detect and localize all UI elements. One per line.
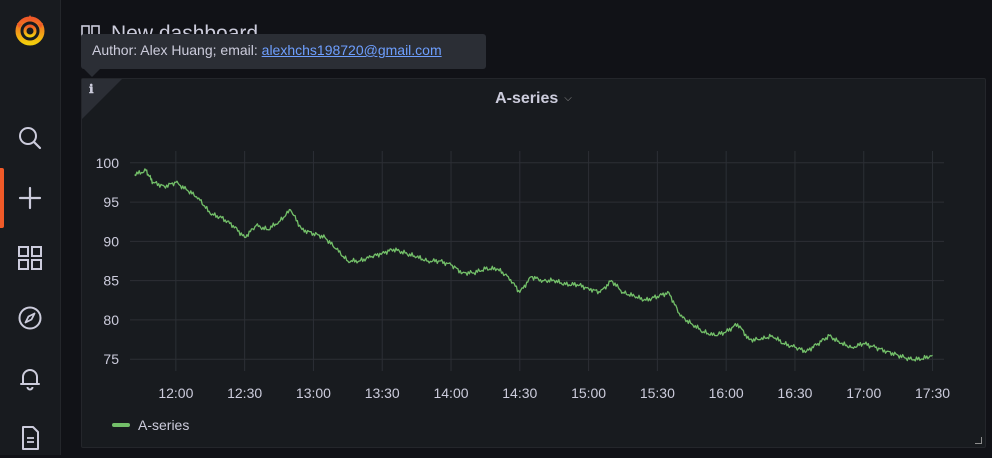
y-tick-label: 85 [103,273,119,289]
x-tick-label: 16:00 [709,385,744,401]
x-tick-label: 14:30 [502,385,537,401]
x-tick-label: 17:00 [846,385,881,401]
x-tick-label: 13:30 [365,385,400,401]
search-icon [19,127,42,150]
file-icon [22,426,39,450]
compass-icon [18,306,42,330]
tooltip-text: Author: Alex Huang; email: [92,42,262,58]
alerting-button[interactable] [0,358,60,398]
sidebar [0,0,61,455]
series-line-a-series [134,168,933,362]
create-button[interactable] [0,178,60,218]
y-tick-label: 80 [103,312,119,328]
x-tick-label: 12:00 [158,385,193,401]
panel-description-tooltip: Author: Alex Huang; email: alexhchs19872… [81,34,486,69]
docs-button[interactable] [0,418,60,458]
legend-swatch [112,423,130,427]
x-tick-label: 15:30 [640,385,675,401]
panel-resize-handle[interactable] [975,437,982,444]
tooltip-email-link[interactable]: alexhchs198720@gmail.com [262,42,442,58]
x-tick-label: 15:00 [571,385,606,401]
x-tick-label: 14:00 [433,385,468,401]
y-tick-label: 95 [103,194,119,210]
panel-a-series: ℹ A-series ⌵ 12:00 12:30 13:00 13:30 14:00 14:… [81,78,986,448]
y-tick-label: 75 [103,351,119,367]
legend-label: A-series [138,417,190,433]
x-tick-label: 12:30 [227,385,262,401]
grafana-logo[interactable] [12,12,48,48]
x-tick-label: 13:00 [296,385,331,401]
plus-icon [18,186,42,210]
y-tick-label: 100 [96,155,120,171]
x-tick-label: 16:30 [777,385,812,401]
apps-grid-icon [18,246,42,270]
tooltip-arrow [84,69,100,77]
bell-icon [20,369,40,391]
y-tick-label: 90 [103,233,119,249]
time-series-chart[interactable]: 12:00 12:30 13:00 13:30 14:00 14:30 15:00 15:30… [82,79,985,409]
dashboards-button[interactable] [0,238,60,278]
x-tick-label: 17:30 [915,385,950,401]
legend[interactable]: A-series [112,417,189,433]
search-button[interactable] [0,118,60,158]
explore-button[interactable] [0,298,60,338]
